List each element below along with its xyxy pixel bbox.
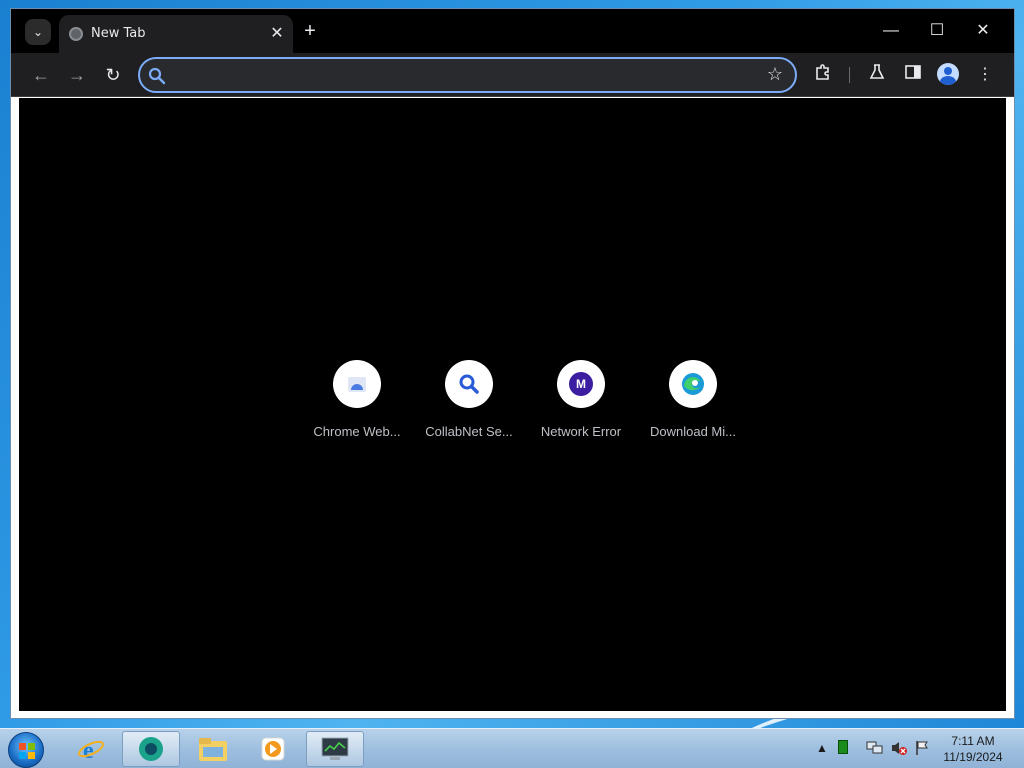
tab-search-button[interactable]: ⌄ [25,19,51,45]
windows-logo-icon [19,743,35,759]
puzzle-icon [816,64,829,80]
new-tab-page: Chrome Web... CollabNet Se... M Network … [19,98,1006,711]
clock-date: 11/19/2024 [943,750,1003,764]
taskbar-media-player[interactable] [244,731,302,767]
minimize-icon: — [883,22,899,39]
taskbar-explorer[interactable] [184,731,242,767]
title-bar: ⌄ New Tab ✕ + — ☐ ✕ [11,9,1014,53]
browser-window: ⌄ New Tab ✕ + — ☐ ✕ ← → ↻ ☆ ⋮ Chrome Web… [10,8,1015,719]
shortcut-tile[interactable]: Download Mi... [637,360,749,450]
chevron-down-icon: ⌄ [32,25,44,39]
search-icon [148,67,166,85]
shortcut-label: Download Mi... [650,424,736,439]
shortcut-label: CollabNet Se... [425,424,513,439]
close-icon: ✕ [976,22,990,39]
maximize-icon: ☐ [929,22,945,39]
media-player-icon [261,737,285,761]
clock-time: 7:11 AM [951,734,995,748]
internet-explorer-icon: e [78,738,104,764]
action-center-flag-icon[interactable] [914,740,930,759]
search-magnifier-icon [459,374,479,394]
monitor-icon [321,737,349,760]
minimize-button[interactable]: — [871,17,911,45]
tab-close-button[interactable]: ✕ [267,24,287,44]
tray-app-icon[interactable] [838,740,848,754]
start-button[interactable] [8,732,44,768]
browser-app-icon [139,737,163,761]
shortcut-label: Network Error [540,424,622,439]
taskbar-task-manager[interactable] [306,731,364,767]
address-input[interactable] [172,63,732,87]
back-button[interactable]: ← [29,63,53,87]
toolbar-separator [849,67,850,83]
shortcut-tile[interactable]: Chrome Web... [301,360,413,450]
bookmark-star-icon[interactable]: ☆ [767,64,783,85]
taskbar-browser[interactable] [122,731,180,767]
tab-title: New Tab [91,26,146,41]
shortcut-icon-circle [333,360,381,408]
shortcut-icon-circle [669,360,717,408]
labs-button[interactable] [865,63,889,87]
letter-m-icon: M [569,372,593,396]
volume-muted-icon[interactable] [890,740,908,759]
reload-button[interactable]: ↻ [101,63,125,87]
arrow-left-icon: ← [32,65,50,85]
address-bar[interactable]: ☆ [138,57,797,93]
extensions-button[interactable] [811,63,835,87]
forward-button[interactable]: → [65,63,89,87]
shortcut-icon-circle [445,360,493,408]
side-panel-icon [905,65,921,79]
reload-icon: ↻ [105,65,121,85]
maximize-button[interactable]: ☐ [917,17,957,45]
svg-text:e: e [83,738,94,764]
taskbar-ie[interactable]: e [62,731,120,767]
folder-icon [199,738,227,761]
shortcuts-grid: Chrome Web... CollabNet Se... M Network … [301,360,749,450]
new-tab-button[interactable]: + [299,21,321,43]
shortcut-icon-circle: M [557,360,605,408]
flask-icon [869,64,885,79]
chrome-web-store-icon [348,377,366,392]
profile-avatar[interactable] [937,63,959,85]
more-vertical-icon: ⋮ [977,66,993,83]
edge-icon [682,373,704,395]
network-icon[interactable] [866,740,884,759]
toolbar: ← → ↻ ☆ ⋮ [11,53,1014,97]
shortcut-tile[interactable]: CollabNet Se... [413,360,525,450]
shortcut-label: Chrome Web... [313,424,401,439]
menu-button[interactable]: ⋮ [973,63,997,87]
plus-icon: + [304,20,316,42]
tab-new-tab[interactable]: New Tab ✕ [59,15,293,53]
shortcut-tile[interactable]: M Network Error [525,360,637,450]
taskbar-clock[interactable]: 7:11 AM 11/19/2024 [936,733,1010,765]
globe-icon [69,27,83,41]
show-hidden-icons-button[interactable]: ▲ [816,741,828,755]
arrow-right-icon: → [68,65,86,85]
taskbar: e ▲ 7:11 AM 11/19/2024 [0,728,1024,768]
side-panel-button[interactable] [901,63,925,87]
close-window-button[interactable]: ✕ [963,17,1003,45]
